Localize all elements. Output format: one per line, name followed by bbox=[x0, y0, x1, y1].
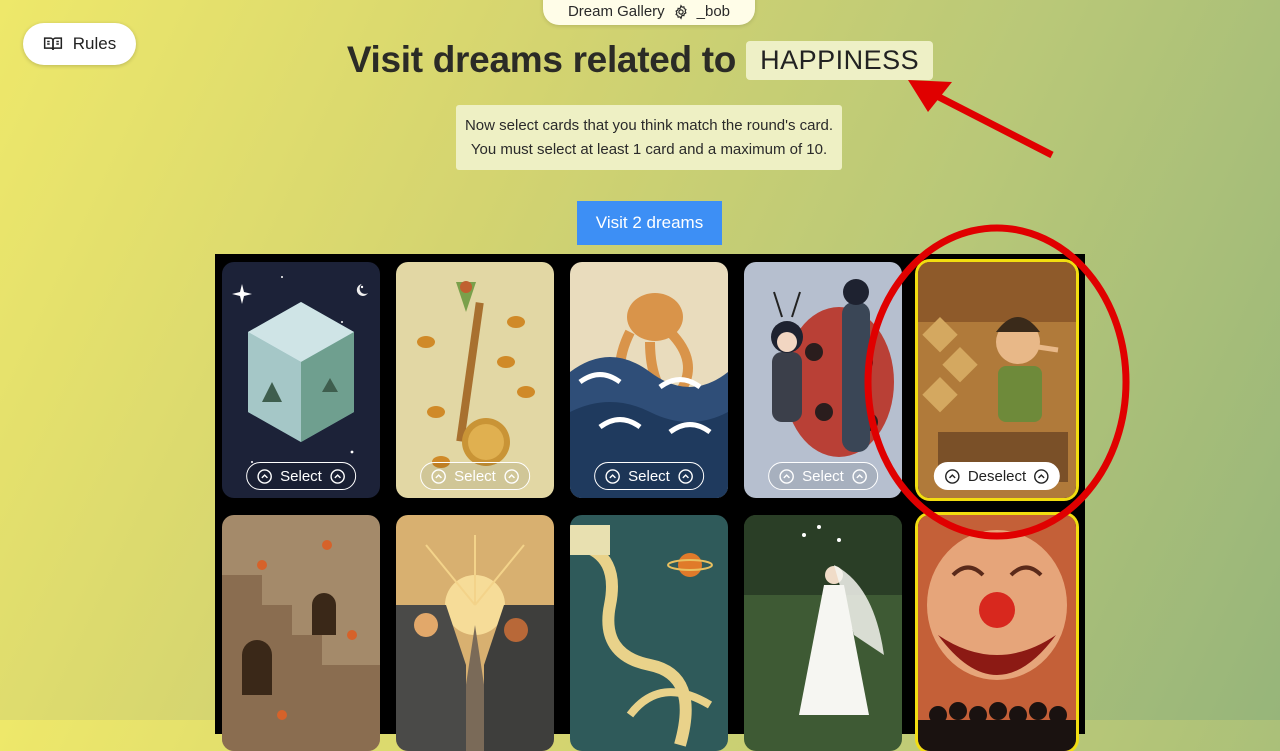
card-octopus-waves[interactable]: Select bbox=[570, 262, 728, 498]
card-crystal-cube[interactable]: Select bbox=[222, 262, 380, 498]
card-spoon-bees[interactable]: Select bbox=[396, 262, 554, 498]
chevron-up-icon bbox=[504, 468, 519, 484]
card-measuring-tape[interactable] bbox=[570, 515, 728, 751]
game-header: Dream Gallery _bob bbox=[543, 0, 755, 25]
gear-icon[interactable] bbox=[673, 3, 689, 20]
annotation-arrow bbox=[933, 91, 1054, 159]
chevron-up-icon bbox=[779, 468, 794, 484]
chevron-up-icon bbox=[431, 468, 446, 484]
chevron-up-icon bbox=[330, 468, 345, 484]
instruction-line-2: You must select at least 1 card and a ma… bbox=[470, 140, 828, 158]
card-select-button[interactable]: Select bbox=[594, 462, 704, 490]
card-ladybug-pair[interactable]: Select bbox=[744, 262, 902, 498]
card-select-button[interactable]: Select bbox=[768, 462, 878, 490]
card-art bbox=[570, 515, 728, 751]
title-prefix: Visit dreams related to bbox=[346, 39, 737, 80]
chevron-up-icon bbox=[678, 468, 693, 484]
chevron-up-icon bbox=[257, 468, 272, 484]
card-select-button[interactable]: Select bbox=[246, 462, 356, 490]
visit-dreams-button[interactable]: Visit 2 dreams bbox=[577, 201, 722, 245]
page-title: Visit dreams related to HAPPINESS bbox=[0, 35, 1280, 85]
game-name: Dream Gallery bbox=[567, 3, 665, 20]
instructions-box: Now select cards that you think match th… bbox=[456, 105, 842, 170]
card-clown-crowd[interactable] bbox=[918, 515, 1076, 751]
card-cars-sunset[interactable] bbox=[396, 515, 554, 751]
chevron-up-icon bbox=[605, 468, 620, 484]
card-art bbox=[396, 515, 554, 751]
chevron-up-icon bbox=[1034, 468, 1049, 484]
card-art bbox=[744, 515, 902, 751]
card-select-label: Select bbox=[802, 467, 844, 485]
card-art bbox=[918, 515, 1076, 751]
card-select-label: Select bbox=[454, 467, 496, 485]
chevron-up-icon bbox=[945, 468, 960, 484]
card-art bbox=[222, 515, 380, 751]
card-select-label: Select bbox=[280, 467, 322, 485]
card-deselect-button[interactable]: Deselect bbox=[933, 462, 1061, 490]
username: _bob bbox=[696, 3, 731, 20]
card-impossible-stairs[interactable] bbox=[222, 515, 380, 751]
card-select-label: Select bbox=[628, 467, 670, 485]
instruction-line-1: Now select cards that you think match th… bbox=[464, 116, 834, 134]
card-board: Select Select Select Select Deselect bbox=[215, 254, 1085, 751]
chevron-up-icon bbox=[852, 468, 867, 484]
card-pinocchio-workshop[interactable]: Deselect bbox=[918, 262, 1076, 498]
card-select-button[interactable]: Select bbox=[420, 462, 530, 490]
card-bride-garden[interactable] bbox=[744, 515, 902, 751]
title-keyword: HAPPINESS bbox=[746, 40, 934, 80]
card-deselect-label: Deselect bbox=[967, 467, 1027, 485]
